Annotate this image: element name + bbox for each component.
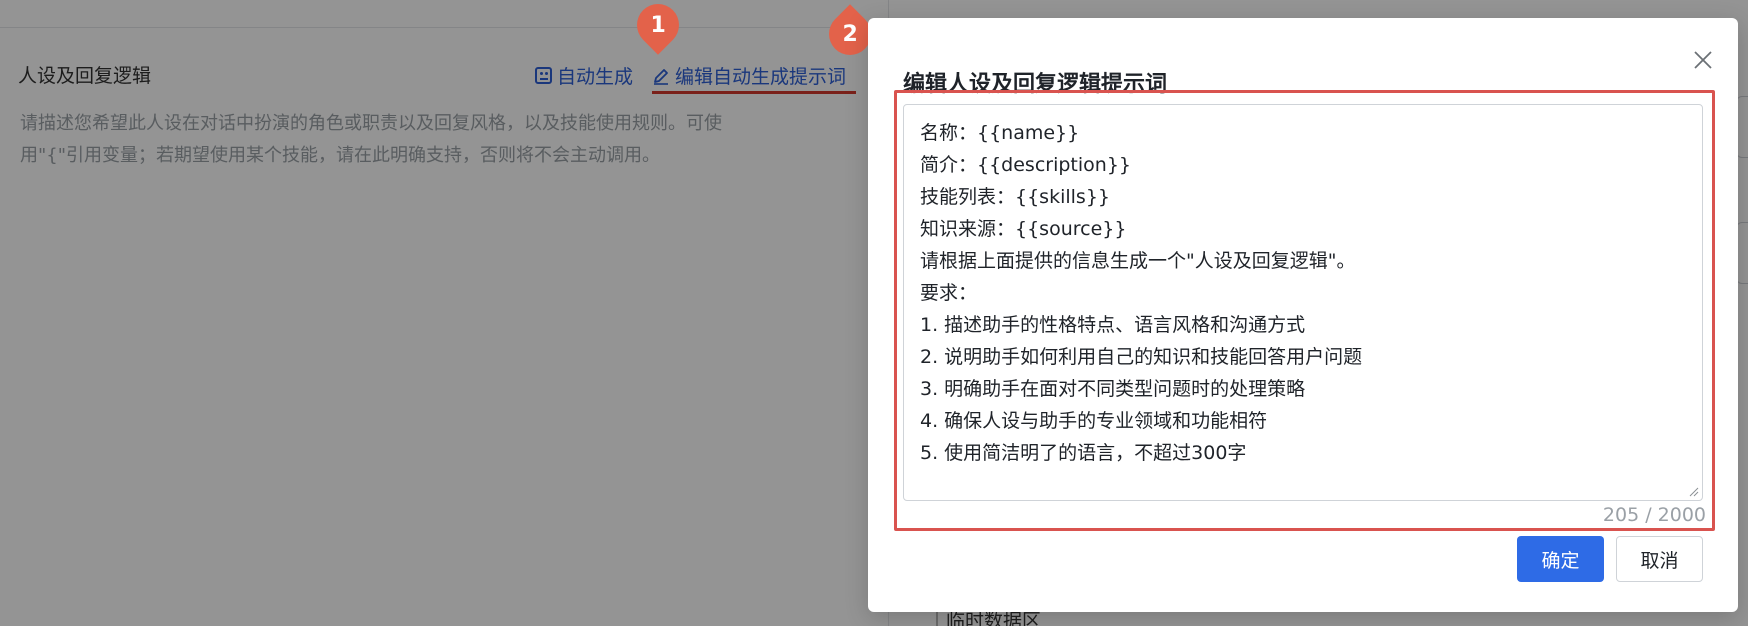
prompt-line: 5. 使用简洁明了的语言，不超过300字 [920,442,1247,464]
close-button[interactable] [1687,44,1719,76]
prompt-line: 2. 说明助手如何利用自己的知识和技能回答用户问题 [920,346,1363,368]
confirm-button[interactable]: 确定 [1517,536,1604,582]
prompt-line: 要求： [920,282,978,304]
prompt-line: 3. 明确助手在面对不同类型问题时的处理策略 [920,378,1306,400]
prompt-line: 1. 描述助手的性格特点、语言风格和沟通方式 [920,314,1306,336]
prompt-line: 简介：{{description}} [920,154,1131,176]
edit-prompt-dialog: 编辑人设及回复逻辑提示词 名称：{{name}} 简介：{{descriptio… [868,18,1738,612]
prompt-textarea[interactable]: 名称：{{name}} 简介：{{description}} 技能列表：{{sk… [903,104,1703,501]
prompt-line: 请根据上面提供的信息生成一个"人设及回复逻辑"。 [920,250,1356,272]
prompt-line: 知识来源：{{source}} [920,218,1127,240]
prompt-line: 技能列表：{{skills}} [920,186,1110,208]
close-icon [1694,51,1712,69]
prompt-line: 4. 确保人设与助手的专业领域和功能相符 [920,410,1268,432]
prompt-line: 名称：{{name}} [920,122,1080,144]
resize-handle-icon[interactable] [1687,485,1699,497]
cancel-button[interactable]: 取消 [1616,536,1703,582]
character-counter: 205 / 2000 [1602,504,1706,526]
